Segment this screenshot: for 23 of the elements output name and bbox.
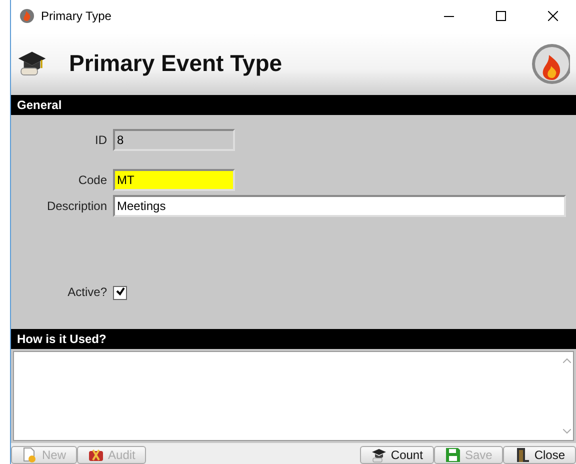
close-button[interactable]: Close [503, 446, 576, 464]
audit-icon [88, 447, 104, 463]
id-field[interactable]: 8 [113, 129, 235, 151]
window-title: Primary Type [41, 9, 112, 23]
new-document-icon [22, 447, 38, 463]
count-button[interactable]: Count [360, 446, 434, 464]
maximize-icon[interactable] [496, 11, 506, 21]
field-label: ID [94, 132, 107, 149]
field-label: Active? [66, 284, 107, 301]
section-header: How is it Used? [11, 329, 576, 349]
description-field[interactable]: Meetings [113, 195, 566, 217]
form-title: Primary Event Type [69, 50, 284, 77]
graduation-cap-icon [370, 447, 387, 463]
close-icon[interactable] [548, 11, 558, 21]
flame-logo-icon [530, 42, 570, 86]
door-icon [514, 447, 530, 463]
save-icon [444, 447, 461, 463]
field-label: Code [77, 172, 107, 189]
code-field[interactable]: MT [113, 169, 235, 191]
active-checkbox[interactable] [113, 286, 127, 300]
section-header: General [11, 95, 576, 115]
app-logo-icon [19, 8, 35, 24]
field-label: Description [46, 198, 107, 215]
